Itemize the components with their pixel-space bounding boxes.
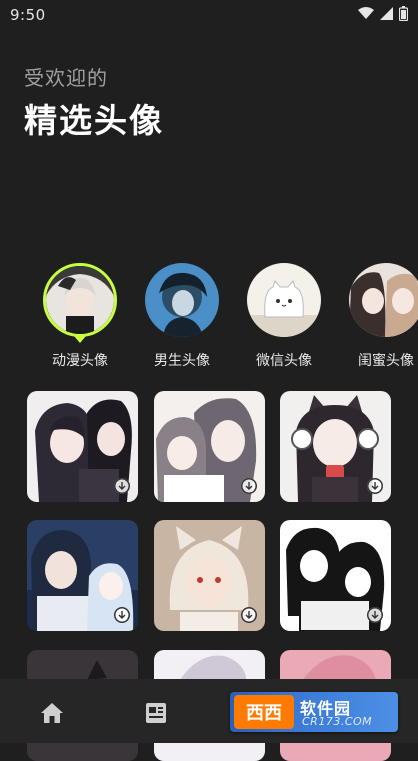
category-boys-label: 男生头像 — [154, 353, 210, 369]
document-icon — [146, 703, 166, 723]
battery-icon — [399, 6, 408, 21]
category-anime[interactable]: 动漫头像 — [34, 263, 126, 373]
page-subtitle: 受欢迎的 — [24, 66, 108, 90]
watermark-domain: CR173.COM — [302, 715, 373, 728]
avatar-card-5[interactable] — [154, 520, 265, 631]
wifi-icon — [358, 7, 374, 19]
nav-articles[interactable] — [130, 693, 182, 733]
download-icon[interactable] — [241, 607, 257, 623]
avatar-card-3[interactable] — [280, 391, 391, 502]
status-bar: 9:50 — [0, 0, 418, 30]
category-bestie-avatar — [349, 263, 418, 337]
watermark-logo: 西西 软件园 CR173.COM — [230, 692, 398, 732]
page-title: 精选头像 — [24, 101, 164, 140]
category-wechat-avatar — [247, 263, 321, 337]
home-icon — [41, 703, 63, 723]
cellular-icon — [380, 7, 393, 20]
category-bestie[interactable]: 闺蜜头像 — [340, 263, 418, 373]
nav-home[interactable] — [26, 693, 78, 733]
status-time: 9:50 — [10, 6, 46, 24]
download-icon[interactable] — [241, 478, 257, 494]
avatar-card-2[interactable] — [154, 391, 265, 502]
download-icon[interactable] — [367, 607, 383, 623]
category-wechat[interactable]: 微信头像 — [238, 263, 330, 373]
category-wechat-label: 微信头像 — [256, 353, 312, 369]
category-anime-label: 动漫头像 — [52, 353, 108, 369]
category-boys[interactable]: 男生头像 — [136, 263, 228, 373]
category-boys-avatar — [145, 263, 219, 337]
download-icon[interactable] — [367, 478, 383, 494]
watermark-badge: 西西 — [234, 695, 294, 729]
category-row: 动漫头像 男生头像 微信头像 闺蜜头像 — [0, 263, 418, 373]
avatar-card-4[interactable] — [27, 520, 138, 631]
avatar-card-6[interactable] — [280, 520, 391, 631]
download-icon[interactable] — [114, 478, 130, 494]
download-icon[interactable] — [114, 607, 130, 623]
category-bestie-label: 闺蜜头像 — [358, 353, 414, 369]
avatar-card-1[interactable] — [27, 391, 138, 502]
status-icons — [358, 6, 408, 21]
category-anime-avatar — [43, 263, 117, 337]
category-active-pointer — [74, 336, 86, 343]
